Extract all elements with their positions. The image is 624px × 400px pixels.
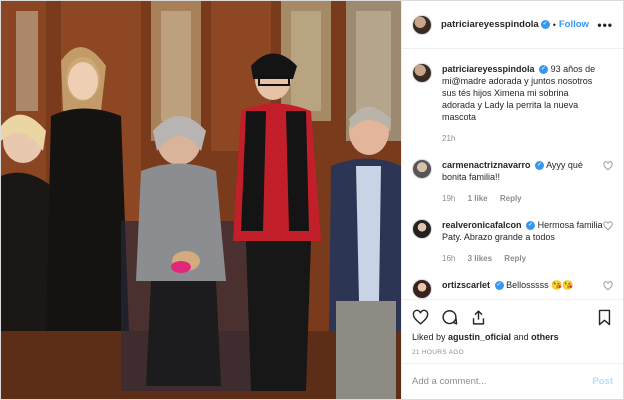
caption-meta: 21h <box>442 133 604 145</box>
comment-body: ortizscarlet ✓ Bellosssss 😘😘 <box>442 279 604 299</box>
more-options-icon[interactable]: ••• <box>597 18 613 32</box>
verified-badge-icon: ✓ <box>539 65 549 75</box>
reply-button[interactable]: Reply <box>500 194 522 203</box>
commenter-avatar[interactable] <box>412 279 432 299</box>
liked-by-others[interactable]: others <box>531 332 559 342</box>
post-timestamp[interactable]: 21 HOURS AGO <box>412 349 464 356</box>
add-comment-input[interactable] <box>412 376 593 387</box>
reply-button[interactable]: Reply <box>504 254 526 263</box>
comment-like-heart-icon[interactable] <box>603 221 613 231</box>
bookmark-icon[interactable] <box>596 309 613 326</box>
comment-meta: 19h 1 like Reply <box>442 193 604 205</box>
liked-by-prefix: Liked by <box>412 332 446 342</box>
liked-by-user[interactable]: agustin_oficial <box>448 332 511 342</box>
verified-badge-icon: ✓ <box>526 221 536 231</box>
comment-text: Bellosssss 😘😘 <box>506 280 574 290</box>
comment-username[interactable]: carmenactriznavarro <box>442 160 531 170</box>
caption-time[interactable]: 21h <box>442 134 455 143</box>
verified-badge-icon: ✓ <box>540 20 550 29</box>
caption-body: patriciareyesspindola ✓ 93 años de mi@ma… <box>442 63 604 145</box>
author-username[interactable]: patriciareyesspindola <box>441 19 539 30</box>
comment-likes[interactable]: 3 likes <box>468 254 492 263</box>
comment-likes[interactable]: 1 like <box>468 194 488 203</box>
comment-item: carmenactriznavarro ✓ Ayyy qué bonita fa… <box>412 159 613 205</box>
commenter-avatar[interactable] <box>412 159 432 179</box>
comment-item: ortizscarlet ✓ Bellosssss 😘😘 <box>412 279 613 299</box>
family-photo-illustration <box>1 1 401 399</box>
post-comment-button[interactable]: Post <box>592 376 613 387</box>
comment-meta: 16h 3 likes Reply <box>442 253 604 265</box>
comment-like-heart-icon[interactable] <box>603 281 613 291</box>
comment-like-heart-icon[interactable] <box>603 161 613 171</box>
follow-button[interactable]: Follow <box>559 19 589 30</box>
comments-list[interactable]: patriciareyesspindola ✓ 93 años de mi@ma… <box>402 49 623 299</box>
comment-body: carmenactriznavarro ✓ Ayyy qué bonita fa… <box>442 159 604 205</box>
commenter-avatar[interactable] <box>412 219 432 239</box>
caption-avatar[interactable] <box>412 63 432 83</box>
caption-username[interactable]: patriciareyesspindola <box>442 64 535 74</box>
liked-by: Liked by agustin_oficial and others <box>412 332 559 342</box>
comment-time[interactable]: 19h <box>442 194 455 203</box>
verified-badge-icon: ✓ <box>494 281 504 291</box>
comment-username[interactable]: realveronicafalcon <box>442 220 522 230</box>
share-icon[interactable] <box>470 309 487 326</box>
comment-time[interactable]: 16h <box>442 254 455 263</box>
comment-item: realveronicafalcon ✓ Hermosa familia Pat… <box>412 219 613 265</box>
author-avatar[interactable] <box>412 14 432 35</box>
instagram-post: patriciareyesspindola ✓ • Follow ••• pat… <box>0 0 624 400</box>
like-heart-icon[interactable] <box>412 309 429 326</box>
comment-bubble-icon[interactable] <box>441 309 458 326</box>
separator-dot: • <box>552 19 556 30</box>
post-actions <box>402 299 623 335</box>
post-sidebar: patriciareyesspindola ✓ • Follow ••• pat… <box>401 1 623 399</box>
caption: patriciareyesspindola ✓ 93 años de mi@ma… <box>412 63 613 145</box>
comment-username[interactable]: ortizscarlet <box>442 280 490 290</box>
liked-by-middle: and <box>513 332 529 342</box>
post-photo[interactable] <box>1 1 401 399</box>
comment-body: realveronicafalcon ✓ Hermosa familia Pat… <box>442 219 604 265</box>
post-header: patriciareyesspindola ✓ • Follow ••• <box>402 1 623 49</box>
verified-badge-icon: ✓ <box>535 161 545 171</box>
add-comment-bar: Post <box>402 363 623 399</box>
